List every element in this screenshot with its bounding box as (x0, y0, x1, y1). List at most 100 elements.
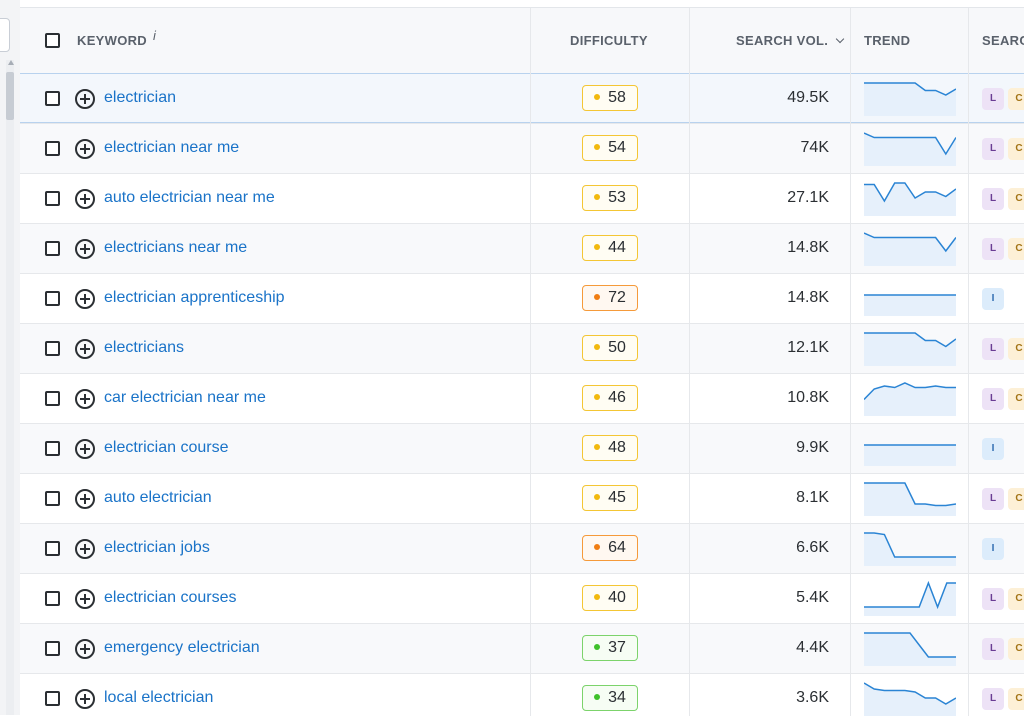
filter-input-edge[interactable] (0, 18, 10, 52)
intent-badge[interactable]: C (1008, 638, 1024, 660)
trend-sparkline[interactable] (864, 580, 956, 616)
keyword-link[interactable]: electrician courses (104, 589, 237, 607)
trend-sparkline[interactable] (864, 680, 956, 716)
table-row[interactable]: electrician 58 49.5K L C (20, 73, 1024, 123)
add-to-list-plus-icon[interactable] (75, 139, 95, 159)
trend-sparkline[interactable] (864, 430, 956, 466)
table-row[interactable]: electrician near me 54 74K L C (20, 123, 1024, 174)
intent-badge[interactable]: L (982, 88, 1004, 110)
trend-sparkline[interactable] (864, 230, 956, 266)
row-checkbox[interactable] (45, 541, 60, 556)
keyword-link[interactable]: electrician near me (104, 139, 239, 157)
table-row[interactable]: electrician courses 40 5.4K L C (20, 573, 1024, 624)
trend-sparkline[interactable] (864, 630, 956, 666)
table-row[interactable]: car electrician near me 46 10.8K L C (20, 373, 1024, 424)
row-checkbox[interactable] (45, 391, 60, 406)
intent-badge[interactable]: L (982, 238, 1004, 260)
keyword-link[interactable]: electrician jobs (104, 539, 210, 557)
add-to-list-plus-icon[interactable] (75, 389, 95, 409)
keyword-link[interactable]: electricians near me (104, 239, 247, 257)
column-header-search-volume[interactable]: SEARCH VOL. (736, 33, 845, 48)
add-to-list-plus-icon[interactable] (75, 89, 95, 109)
row-checkbox[interactable] (45, 641, 60, 656)
intent-badge[interactable]: L (982, 338, 1004, 360)
add-to-list-plus-icon[interactable] (75, 489, 95, 509)
intent-badge[interactable]: C (1008, 388, 1024, 410)
column-header-difficulty[interactable]: DIFFICULTY (570, 33, 648, 48)
intent-badge[interactable]: L (982, 138, 1004, 160)
keyword-link[interactable]: auto electrician (104, 489, 212, 507)
intent-badge[interactable]: C (1008, 188, 1024, 210)
row-checkbox[interactable] (45, 141, 60, 156)
row-checkbox[interactable] (45, 241, 60, 256)
intent-badge[interactable]: L (982, 488, 1004, 510)
intent-badge[interactable]: L (982, 638, 1004, 660)
intent-badge[interactable]: L (982, 388, 1004, 410)
trend-sparkline[interactable] (864, 130, 956, 166)
keyword-link[interactable]: electrician (104, 89, 176, 107)
intent-badge[interactable]: C (1008, 488, 1024, 510)
table-row[interactable]: electrician course 48 9.9K I (20, 423, 1024, 474)
keyword-link[interactable]: electricians (104, 339, 184, 357)
vertical-scrollbar[interactable] (6, 60, 14, 715)
column-header-keyword[interactable]: KEYWORD i (77, 28, 156, 48)
row-checkbox[interactable] (45, 591, 60, 606)
table-row[interactable]: electricians near me 44 14.8K L C (20, 223, 1024, 274)
intent-badge[interactable]: I (982, 538, 1004, 560)
keyword-link[interactable]: electrician apprenticeship (104, 289, 285, 307)
intent-badge[interactable]: L (982, 688, 1004, 710)
add-to-list-plus-icon[interactable] (75, 689, 95, 709)
keyword-link[interactable]: emergency electrician (104, 639, 260, 657)
trend-sparkline[interactable] (864, 80, 956, 116)
trend-sparkline[interactable] (864, 480, 956, 516)
intent-badge[interactable]: L (982, 188, 1004, 210)
intent-badge[interactable]: L (982, 588, 1004, 610)
table-row[interactable]: auto electrician near me 53 27.1K L C (20, 173, 1024, 224)
table-row[interactable]: electricians 50 12.1K L C (20, 323, 1024, 374)
trend-sparkline[interactable] (864, 180, 956, 216)
table-row[interactable]: local electrician 34 3.6K L C (20, 673, 1024, 724)
row-checkbox[interactable] (45, 691, 60, 706)
column-header-intent[interactable]: SEARC (982, 33, 1024, 48)
intent-badge[interactable]: I (982, 438, 1004, 460)
row-checkbox[interactable] (45, 491, 60, 506)
intent-badge[interactable]: I (982, 288, 1004, 310)
keyword-link[interactable]: auto electrician near me (104, 189, 275, 207)
add-to-list-plus-icon[interactable] (75, 439, 95, 459)
add-to-list-plus-icon[interactable] (75, 339, 95, 359)
add-to-list-plus-icon[interactable] (75, 239, 95, 259)
intent-badge[interactable]: C (1008, 138, 1024, 160)
trend-sparkline[interactable] (864, 280, 956, 316)
intent-badge[interactable]: C (1008, 88, 1024, 110)
intent-badge[interactable]: C (1008, 338, 1024, 360)
add-to-list-plus-icon[interactable] (75, 189, 95, 209)
keyword-link[interactable]: electrician course (104, 439, 229, 457)
intent-badge[interactable]: C (1008, 588, 1024, 610)
trend-sparkline[interactable] (864, 530, 956, 566)
add-to-list-plus-icon[interactable] (75, 289, 95, 309)
keyword-link[interactable]: car electrician near me (104, 389, 266, 407)
add-to-list-plus-icon[interactable] (75, 639, 95, 659)
scroll-up-arrow-icon[interactable] (8, 60, 14, 65)
table-row[interactable]: emergency electrician 37 4.4K L C (20, 623, 1024, 674)
row-checkbox[interactable] (45, 291, 60, 306)
row-checkbox[interactable] (45, 341, 60, 356)
add-to-list-plus-icon[interactable] (75, 539, 95, 559)
trend-sparkline[interactable] (864, 380, 956, 416)
trend-area (864, 83, 956, 116)
keyword-info-icon[interactable]: i (153, 28, 156, 43)
add-to-list-plus-icon[interactable] (75, 589, 95, 609)
row-checkbox[interactable] (45, 91, 60, 106)
intent-badge[interactable]: C (1008, 238, 1024, 260)
column-header-trend[interactable]: TREND (864, 33, 910, 48)
row-checkbox[interactable] (45, 191, 60, 206)
scrollbar-thumb[interactable] (6, 72, 14, 120)
row-checkbox[interactable] (45, 441, 60, 456)
table-row[interactable]: electrician apprenticeship 72 14.8K I (20, 273, 1024, 324)
intent-badge[interactable]: C (1008, 688, 1024, 710)
table-row[interactable]: auto electrician 45 8.1K L C (20, 473, 1024, 524)
select-all-checkbox[interactable] (45, 33, 60, 48)
table-row[interactable]: electrician jobs 64 6.6K I (20, 523, 1024, 574)
keyword-link[interactable]: local electrician (104, 689, 213, 707)
trend-sparkline[interactable] (864, 330, 956, 366)
